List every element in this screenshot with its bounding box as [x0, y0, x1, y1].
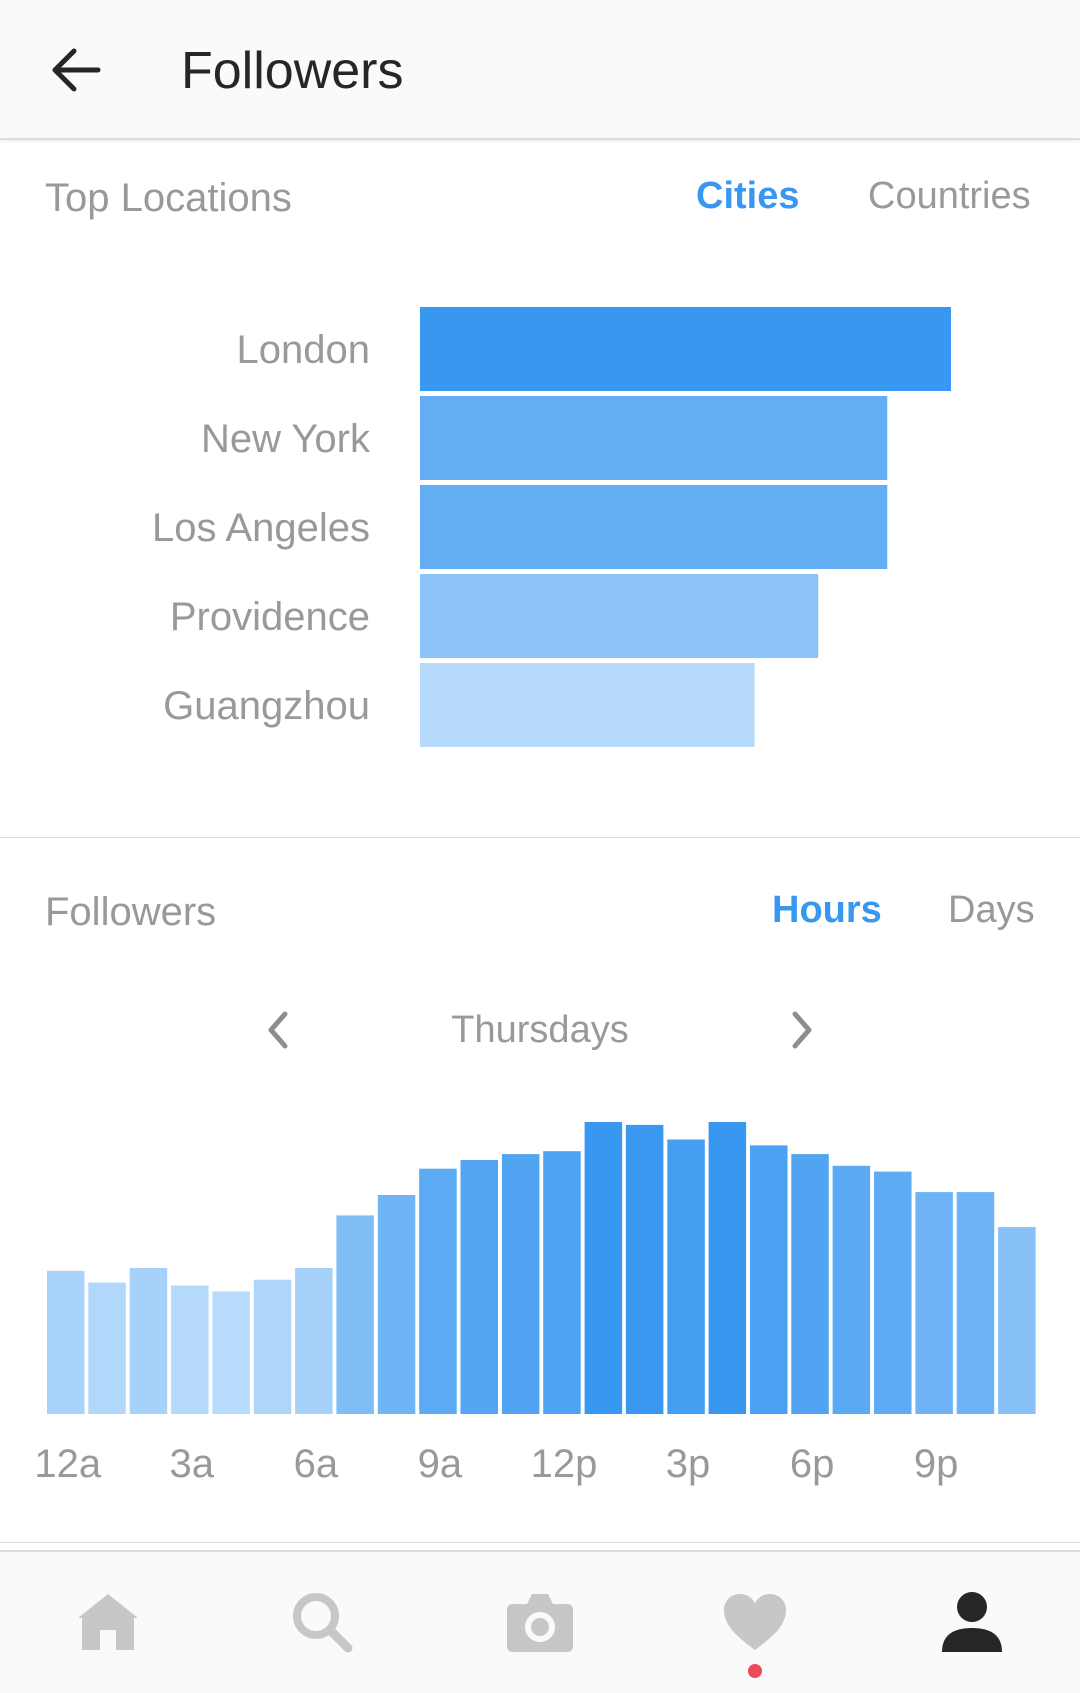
tab-cities[interactable]: Cities — [696, 168, 799, 224]
chevron-right-icon — [792, 1011, 812, 1049]
nav-activity[interactable] — [705, 1572, 805, 1672]
hour-bar — [88, 1282, 126, 1414]
hour-tick-label: 3p — [666, 1442, 711, 1486]
search-icon — [293, 1593, 353, 1653]
hour-bar — [543, 1151, 581, 1414]
location-label: London — [237, 328, 370, 372]
chevron-left-icon — [268, 1011, 288, 1049]
hour-bar — [708, 1122, 747, 1414]
section-divider — [0, 837, 1080, 838]
hour-tick-label: 9p — [914, 1442, 959, 1486]
back-button[interactable] — [36, 30, 116, 110]
hour-bar — [791, 1154, 829, 1414]
hour-bar — [212, 1291, 250, 1414]
heart-icon — [724, 1594, 786, 1650]
hour-tick-label: 12a — [34, 1442, 101, 1486]
location-label: Los Angeles — [152, 506, 370, 550]
bottom-nav — [0, 1550, 1080, 1693]
nav-search[interactable] — [272, 1572, 372, 1672]
hour-bar — [419, 1168, 457, 1414]
location-bar — [420, 574, 819, 658]
hour-tick-label: 12p — [531, 1442, 598, 1486]
location-bar — [420, 307, 951, 391]
hour-bar — [501, 1154, 540, 1414]
hour-bar — [832, 1165, 871, 1414]
previous-day-button[interactable] — [249, 1000, 309, 1060]
location-label: New York — [201, 417, 371, 461]
hour-bar — [667, 1139, 705, 1414]
hour-bar — [625, 1124, 664, 1414]
top-locations-title: Top Locations — [45, 176, 292, 220]
tab-days[interactable]: Days — [948, 882, 1035, 938]
hour-bar — [253, 1279, 292, 1414]
hour-bar — [998, 1227, 1036, 1414]
hour-bar — [47, 1270, 85, 1414]
home-icon — [78, 1594, 138, 1650]
next-day-button[interactable] — [771, 1000, 831, 1060]
camera-icon — [507, 1594, 573, 1652]
hour-bar — [460, 1160, 498, 1414]
location-bar — [420, 663, 755, 747]
footer-divider — [0, 1542, 1080, 1543]
top-locations-chart: London New York Los Angeles Providence Guang… — [152, 307, 951, 747]
hour-tick-label: 9a — [418, 1442, 463, 1486]
hour-tick-label: 6a — [294, 1442, 339, 1486]
hour-bar — [750, 1145, 788, 1414]
followers-section-title: Followers — [45, 890, 217, 934]
nav-profile[interactable] — [922, 1572, 1022, 1672]
hour-bar — [584, 1122, 623, 1414]
tab-countries[interactable]: Countries — [868, 168, 1031, 224]
profile-icon — [942, 1592, 1002, 1652]
day-label: Thursdays — [451, 1009, 629, 1051]
hour-tick-label: 6p — [790, 1442, 835, 1486]
hour-bar — [915, 1192, 953, 1414]
hour-bar — [129, 1268, 168, 1414]
hour-bar — [377, 1195, 416, 1414]
location-bar — [420, 396, 888, 480]
hour-bar — [336, 1215, 374, 1414]
hour-bar — [956, 1192, 995, 1414]
notification-dot — [748, 1664, 762, 1678]
hour-bar — [295, 1268, 333, 1414]
location-bar — [420, 485, 888, 569]
hour-bar — [874, 1171, 912, 1414]
hour-tick-label: 3a — [170, 1442, 215, 1486]
hour-bar — [171, 1285, 209, 1414]
followers-hours-chart: 12a 3a 6a 9a 12p 3p 6p 9p — [34, 1122, 1036, 1486]
back-arrow-icon — [52, 48, 101, 92]
tab-hours[interactable]: Hours — [772, 882, 882, 938]
app-bar: Followers — [0, 0, 1080, 140]
nav-home[interactable] — [58, 1572, 158, 1672]
nav-camera[interactable] — [490, 1572, 590, 1672]
location-label: Providence — [170, 595, 370, 639]
location-label: Guangzhou — [163, 684, 370, 728]
page-title: Followers — [181, 42, 404, 100]
